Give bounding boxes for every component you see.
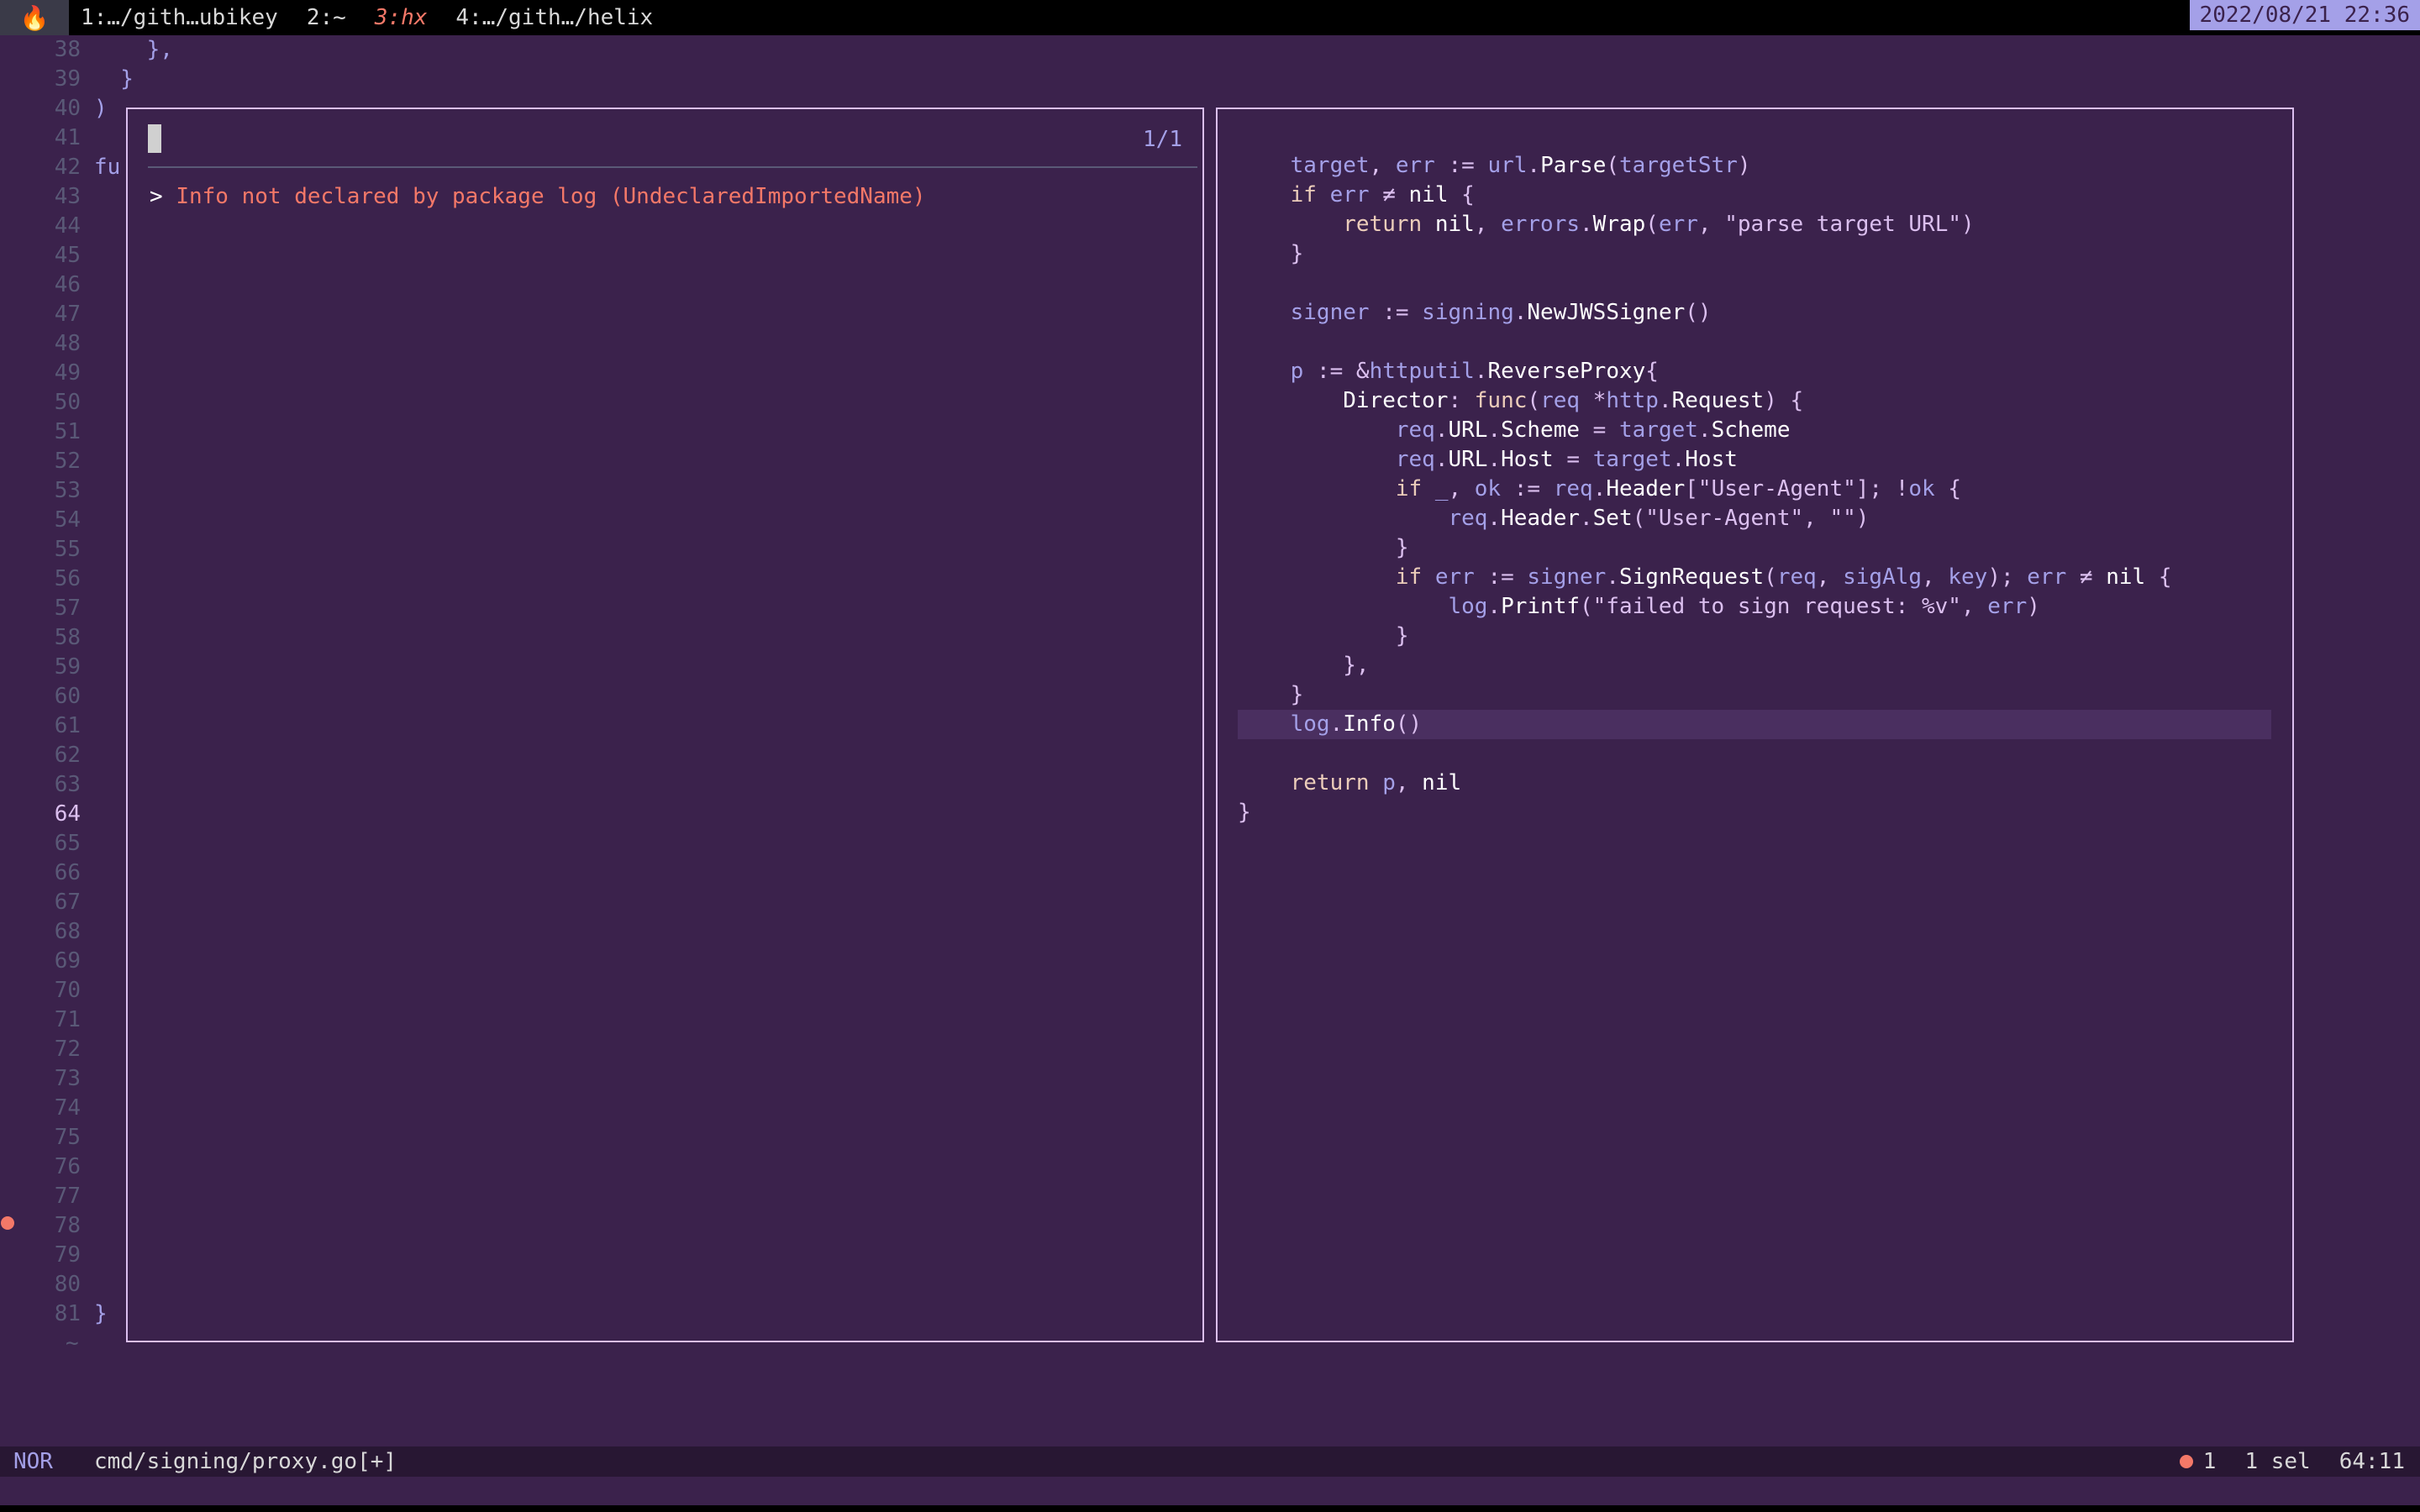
line-number: 78 bbox=[54, 1213, 81, 1238]
tmux-clock: 2022/08/21 22:36 bbox=[2189, 0, 2420, 30]
line-number: 63 bbox=[54, 772, 81, 797]
line-number: 53 bbox=[54, 478, 81, 503]
line-number: 76 bbox=[54, 1154, 81, 1179]
line-number: 55 bbox=[54, 537, 81, 562]
text-cursor bbox=[148, 124, 161, 153]
diagnostics-picker[interactable]: 1/1 > Info not declared by package log (… bbox=[126, 108, 1204, 1342]
line-number: 79 bbox=[54, 1242, 81, 1268]
line-number: 68 bbox=[54, 919, 81, 944]
selection-marker: > bbox=[150, 184, 176, 209]
code-line: if err := signer.SignRequest(req, sigAlg… bbox=[1395, 564, 2172, 590]
line-number: 71 bbox=[54, 1007, 81, 1032]
line-number: 48 bbox=[54, 331, 81, 356]
line-number: 54 bbox=[54, 507, 81, 533]
cursor-position: 64:11 bbox=[2338, 1449, 2405, 1474]
code-line: if err ≠ nil { bbox=[1290, 182, 1475, 207]
editor-line-81: } bbox=[94, 1301, 108, 1326]
line-number: 81 bbox=[54, 1301, 81, 1326]
tmux-window-2[interactable]: 2:~ bbox=[307, 5, 346, 30]
file-path: cmd/signing/proxy.go[+] bbox=[94, 1449, 397, 1474]
status-line: NOR cmd/signing/proxy.go[+] 1 1 sel 64:1… bbox=[0, 1446, 2420, 1477]
highlighted-code-line: log.Info() bbox=[1238, 710, 2271, 739]
line-number: 43 bbox=[54, 184, 81, 209]
code-line: return nil, errors.Wrap(err, "parse targ… bbox=[1343, 212, 1975, 237]
code-line: } bbox=[1290, 682, 1304, 707]
line-number: 74 bbox=[54, 1095, 81, 1121]
mode-indicator: NOR bbox=[13, 1449, 53, 1474]
line-number: 42 bbox=[54, 155, 81, 180]
code-line: Director: func(req *http.Request) { bbox=[1343, 388, 1804, 413]
line-number: 56 bbox=[54, 566, 81, 591]
picker-item[interactable]: > Info not declared by package log (Unde… bbox=[150, 181, 926, 212]
editor-line-40: ) bbox=[94, 96, 108, 121]
line-number: 59 bbox=[54, 654, 81, 680]
line-number: 38 bbox=[54, 37, 81, 62]
status-right: 1 1 sel 64:11 bbox=[2179, 1446, 2405, 1477]
code-line: return p, nil bbox=[1290, 770, 1462, 795]
code-line: req.URL.Host = target.Host bbox=[1395, 447, 1738, 472]
line-number: 57 bbox=[54, 596, 81, 621]
error-diagnostic-icon bbox=[1, 1216, 14, 1230]
line-number: 40 bbox=[54, 96, 81, 121]
line-number: 44 bbox=[54, 213, 81, 239]
code-line: signer := signing.NewJWSSigner() bbox=[1290, 300, 1712, 325]
tmux-window-1[interactable]: 1:…/gith…ubikey bbox=[81, 5, 278, 30]
flame-icon: 🔥 bbox=[0, 0, 69, 35]
line-number: 64 bbox=[54, 801, 81, 827]
line-number: 60 bbox=[54, 684, 81, 709]
code-line: } bbox=[1395, 535, 1409, 560]
code-line: } bbox=[1395, 623, 1409, 648]
line-number: 41 bbox=[54, 125, 81, 150]
line-number: 39 bbox=[54, 66, 81, 92]
code-line: } bbox=[1238, 800, 1251, 825]
editor-line-38: }, bbox=[94, 37, 173, 62]
line-number: 49 bbox=[54, 360, 81, 386]
line-number: 50 bbox=[54, 390, 81, 415]
code-line: log.Printf("failed to sign request: %v",… bbox=[1448, 594, 2040, 619]
editor-line-42: fu bbox=[94, 155, 121, 180]
diagnostic-message: Info not declared by package log (Undecl… bbox=[176, 184, 926, 209]
line-number: 75 bbox=[54, 1125, 81, 1150]
code-line: target, err := url.Parse(targetStr) bbox=[1290, 153, 1751, 178]
error-dot-icon bbox=[2179, 1455, 2193, 1468]
line-number: 77 bbox=[54, 1184, 81, 1209]
preview-pane: target, err := url.Parse(targetStr) if e… bbox=[1216, 108, 2294, 1342]
line-number: 66 bbox=[54, 860, 81, 885]
picker-prompt[interactable]: 1/1 bbox=[148, 124, 1182, 155]
line-number: 72 bbox=[54, 1037, 81, 1062]
code-line: req.Header.Set("User-Agent", "") bbox=[1448, 506, 1870, 531]
error-count: 1 bbox=[2202, 1449, 2217, 1474]
code-line: if _, ok := req.Header["User-Agent"]; !o… bbox=[1395, 476, 1962, 501]
editor-line-39: } bbox=[94, 66, 134, 92]
line-number: 73 bbox=[54, 1066, 81, 1091]
line-number: 65 bbox=[54, 831, 81, 856]
picker-separator bbox=[148, 166, 1197, 168]
line-number: 52 bbox=[54, 449, 81, 474]
match-count: 1/1 bbox=[1143, 127, 1182, 152]
code-line: } bbox=[1290, 241, 1304, 266]
line-number: 69 bbox=[54, 948, 81, 974]
tmux-window-3[interactable]: 3:hx bbox=[375, 5, 428, 30]
line-number: 70 bbox=[54, 978, 81, 1003]
line-number: 51 bbox=[54, 419, 81, 444]
window-bottom-edge bbox=[0, 1505, 2420, 1512]
line-number: 47 bbox=[54, 302, 81, 327]
line-number: 45 bbox=[54, 243, 81, 268]
end-of-buffer-tilde: ~ bbox=[66, 1331, 79, 1356]
code-line: req.URL.Scheme = target.Scheme bbox=[1395, 417, 1791, 443]
tmux-status-bar: 🔥 1:…/gith…ubikey 2:~ 3:hx 4:…/gith…/hel… bbox=[0, 0, 2420, 35]
selection-count: 1 sel bbox=[2244, 1449, 2311, 1474]
line-number: 80 bbox=[54, 1272, 81, 1297]
line-number: 61 bbox=[54, 713, 81, 738]
tmux-window-4[interactable]: 4:…/gith…/helix bbox=[455, 5, 653, 30]
code-line: p := &httputil.ReverseProxy{ bbox=[1290, 359, 1659, 384]
line-number: 58 bbox=[54, 625, 81, 650]
line-number: 67 bbox=[54, 890, 81, 915]
line-number: 62 bbox=[54, 743, 81, 768]
line-number: 46 bbox=[54, 272, 81, 297]
code-line: }, bbox=[1343, 653, 1370, 678]
